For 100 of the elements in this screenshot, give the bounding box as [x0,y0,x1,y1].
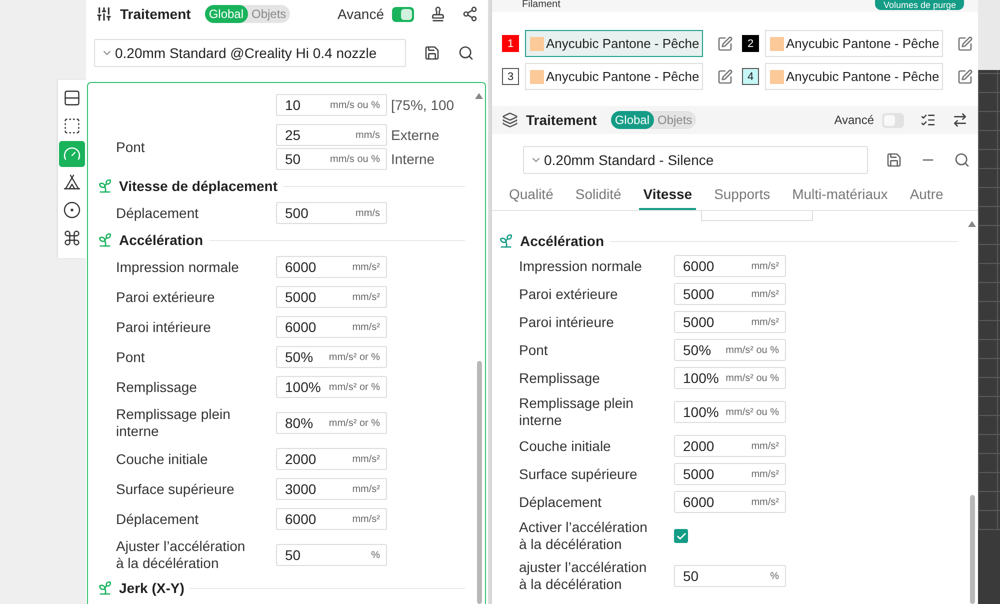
setting-label: Couche initiale [116,450,209,468]
setting-label: Pont [116,348,146,366]
edit-icon[interactable] [717,36,733,52]
scrollbar-thumb[interactable] [476,361,482,604]
setting-label: Couche initiale [519,438,612,454]
input-field[interactable]: 10 mm/s ou % [276,94,387,116]
field-note: [75%, 100 [391,97,454,113]
input-field[interactable]: 100% mm/s² or % [276,376,387,398]
setting-label: Pont [519,342,549,358]
input-field[interactable]: 5000 mm/s² [674,463,786,485]
settings-tab[interactable]: Multi-matériaux [788,182,892,210]
search-icon[interactable] [458,45,474,61]
section-icon [97,178,113,194]
filament-select[interactable]: Anycubic Pantone - Pêche [765,30,943,57]
edit-icon[interactable] [957,36,973,52]
setting-label: Surface supérieure [519,466,638,482]
setting-label: Remplissage [116,378,198,396]
input-field[interactable]: 6000 mm/s² [276,316,387,338]
edit-icon[interactable] [957,68,973,84]
section-icon [97,580,113,596]
settings-tab[interactable]: Supports [710,182,774,210]
setting-label: Activer l’accélération à la décélération [519,519,648,553]
setting-label: ajuster l’accélération à la décélération [519,559,648,593]
preset-dropdown[interactable]: 0.20mm Standard @Creality Hi 0.4 nozzle [94,39,406,67]
save-icon[interactable] [886,152,902,168]
advanced-switch[interactable] [392,6,414,22]
input-field[interactable]: 3000 mm/s² [276,478,387,500]
field-note: Externe [391,127,440,143]
filament-select[interactable]: Anycubic Pantone - Pêche [525,63,703,90]
setting-label: Paroi intérieure [519,314,615,330]
advanced-label: Avancé [834,113,874,127]
field-note: Interne [391,151,435,167]
settings-tab[interactable]: Solidité [571,182,626,210]
scroll-up-icon[interactable] [968,221,976,227]
input-field[interactable]: 50% mm/s² or % [276,346,387,368]
section-title: Accélération [119,232,204,248]
input-field[interactable]: 100% mm/s² ou % [674,401,786,423]
swap-icon[interactable] [952,112,968,128]
input-field[interactable]: 5000 mm/s² [674,311,786,333]
setting-label: Paroi extérieure [519,286,619,302]
setting-label: Déplacement [519,494,602,510]
input-field[interactable]: 6000 mm/s² [674,255,786,277]
setting-label: Remplissage plein interne [519,395,634,429]
input-field[interactable]: 80% mm/s² or % [276,412,387,434]
input-field[interactable]: 100% mm/s² ou % [674,367,786,389]
settings-tab[interactable]: Vitesse [639,182,696,210]
section-title: Vitesse de déplacement [119,178,278,194]
input-field[interactable]: 6000 mm/s² [276,256,387,278]
setting-label: Paroi extérieure [116,288,216,306]
layers-icon [502,112,518,128]
filament-number: 1 [502,35,519,52]
filament-number: 4 [742,68,759,85]
section-title: Jerk (X-Y) [119,580,184,596]
input-field[interactable] [701,211,813,221]
scroll-up-icon[interactable] [475,93,483,99]
input-field[interactable]: 50% mm/s² ou % [674,339,786,361]
setting-label: Remplissage plein interne [116,406,232,440]
filament-select[interactable]: Anycubic Pantone - Pêche [525,30,703,57]
settings-tab[interactable]: Autre [906,182,948,210]
section-title: Accélération [520,233,604,249]
input-field[interactable]: 50 mm/s ou % [276,148,387,170]
input-field[interactable]: 6000 mm/s² [276,508,387,530]
setting-label: Paroi intérieure [116,318,212,336]
setting-label: Impression normale [116,258,240,276]
setting-label: Ajuster l’accélération à la décélération [116,538,246,572]
checkbox[interactable] [674,529,688,543]
edit-icon[interactable] [717,68,733,84]
section-icon [498,233,514,249]
stamp-icon[interactable] [430,6,446,22]
setting-label: Déplacement [116,510,200,528]
input-field[interactable]: 500 mm/s [276,202,387,224]
input-field[interactable]: 5000 mm/s² [276,286,387,308]
check-icon [676,530,686,542]
advanced-label: Avancé [338,6,384,22]
section-icon [97,232,113,248]
input-field[interactable]: 2000 mm/s² [674,435,786,457]
input-field[interactable]: 5000 mm/s² [674,283,786,305]
filament-number: 2 [742,35,759,52]
preset-dropdown[interactable]: 0.20mm Standard - Silence [523,146,868,174]
input-field[interactable]: 25 mm/s [276,124,387,146]
settings-tab[interactable]: Qualité [505,182,558,210]
filament-number: 3 [502,68,519,85]
input-field[interactable]: 50 % [276,544,387,566]
setting-label: Impression normale [519,258,643,274]
sliders-icon [96,6,112,22]
scrollbar-thumb[interactable] [970,495,974,604]
input-field[interactable]: 2000 mm/s² [276,448,387,470]
setting-label: Remplissage [519,370,601,386]
input-field[interactable]: 50 % [674,565,786,587]
filament-select[interactable]: Anycubic Pantone - Pêche [765,63,943,90]
panel-title: Traitement [120,6,191,22]
panel-title: Traitement [526,112,597,128]
setting-label: Déplacement [116,204,200,222]
search-icon[interactable] [954,152,970,168]
input-field[interactable]: 6000 mm/s² [674,491,786,513]
share-icon[interactable] [462,6,478,22]
save-icon[interactable] [424,45,440,61]
list-icon[interactable] [920,112,936,128]
setting-label: Surface supérieure [116,480,236,498]
filament-title: Filament [522,0,560,10]
